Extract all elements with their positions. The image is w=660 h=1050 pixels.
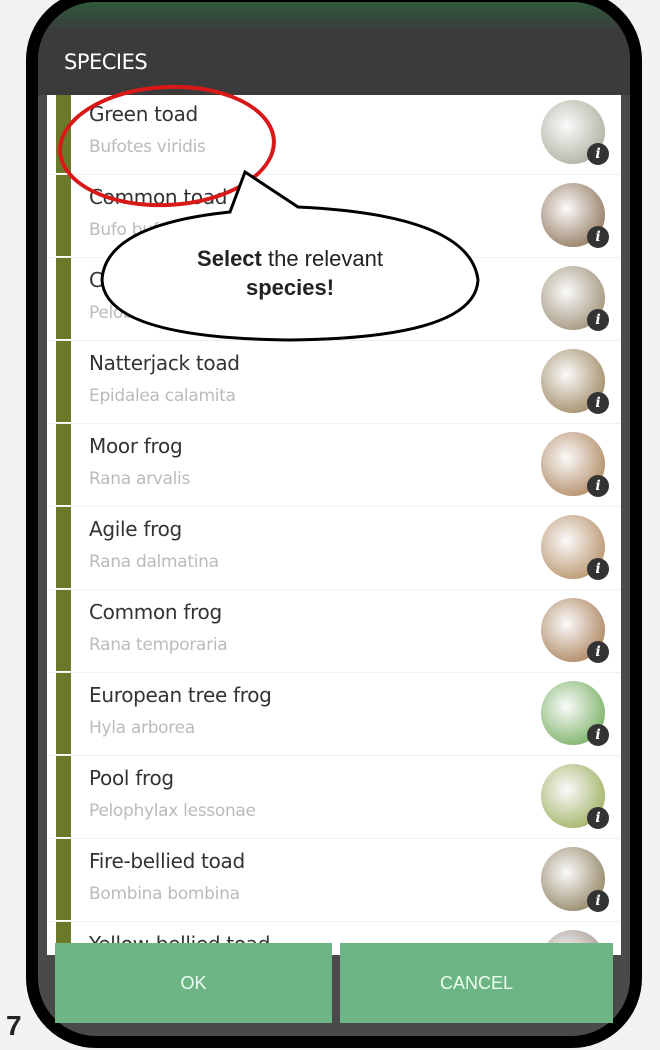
info-icon[interactable]: i <box>587 890 609 912</box>
species-scientific-name: Rana dalmatina <box>89 552 219 572</box>
species-scientific-name: Pelophylax lessonae <box>89 801 256 821</box>
species-color-bar <box>56 673 71 755</box>
info-icon[interactable]: i <box>587 475 609 497</box>
step-number: 7 <box>6 1010 22 1041</box>
species-scientific-name: Hyla arborea <box>89 718 195 738</box>
species-color-bar <box>56 424 71 506</box>
species-row[interactable]: European tree frog Hyla arborea i <box>47 673 621 756</box>
species-scientific-name: Rana arvalis <box>89 469 191 489</box>
info-icon[interactable]: i <box>587 807 609 829</box>
species-color-bar <box>56 839 71 921</box>
species-row[interactable]: Common frog Rana temporaria i <box>47 590 621 673</box>
callout-bubble <box>100 169 480 342</box>
species-color-bar <box>56 507 71 589</box>
info-icon[interactable]: i <box>587 558 609 580</box>
species-name: Pool frog <box>89 766 174 790</box>
ok-button[interactable]: OK <box>55 943 332 1023</box>
species-name: European tree frog <box>89 683 272 707</box>
species-scientific-name: Rana temporaria <box>89 635 228 655</box>
cancel-button[interactable]: CANCEL <box>340 943 613 1023</box>
species-scientific-name: Bombina bombina <box>89 884 240 904</box>
species-color-bar <box>56 756 71 838</box>
species-name: Moor frog <box>89 434 183 458</box>
info-icon[interactable]: i <box>587 641 609 663</box>
species-row[interactable]: Fire-bellied toad Bombina bombina i <box>47 839 621 922</box>
species-color-bar <box>56 590 71 672</box>
species-row[interactable]: Agile frog Rana dalmatina i <box>47 507 621 590</box>
info-icon[interactable]: i <box>587 724 609 746</box>
species-row[interactable]: Pool frog Pelophylax lessonae i <box>47 756 621 839</box>
species-name: Agile frog <box>89 517 182 541</box>
species-name: Common frog <box>89 600 222 624</box>
species-row[interactable]: Moor frog Rana arvalis i <box>47 424 621 507</box>
species-name: Fire-bellied toad <box>89 849 245 873</box>
callout-text: Select the relevant species! <box>197 246 383 300</box>
